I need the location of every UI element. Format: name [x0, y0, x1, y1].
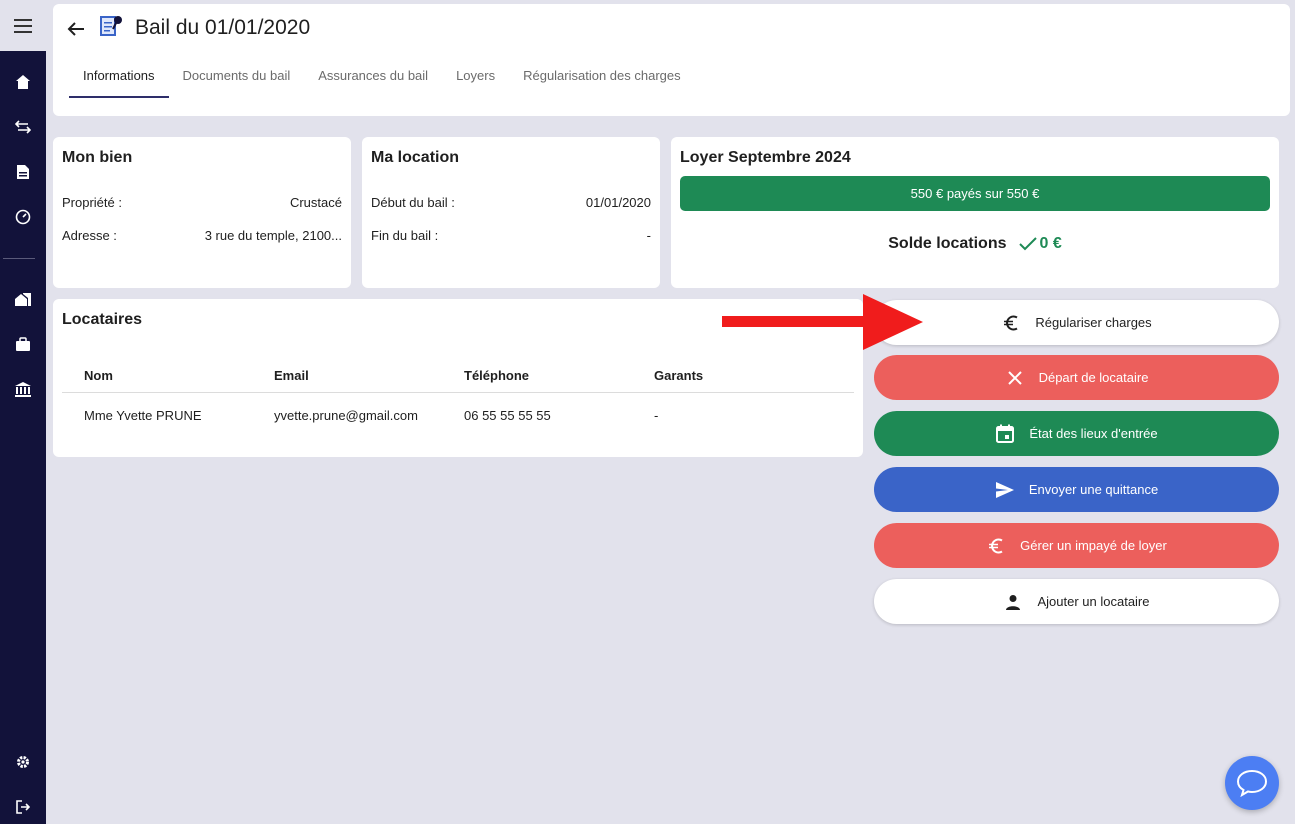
column-garants: Garants: [654, 368, 704, 383]
tab-regularisation-des-charges[interactable]: Régularisation des charges: [509, 62, 695, 98]
euro-icon: [1004, 315, 1018, 330]
etat-des-lieux-label: État des lieux d'entrée: [1029, 426, 1158, 441]
column-nom: Nom: [84, 368, 113, 383]
regulariser-charges-label: Régulariser charges: [1035, 315, 1152, 330]
sidebar-item-properties[interactable]: [0, 284, 46, 314]
cell-garants: -: [654, 407, 659, 423]
cell-telephone: 06 55 55 55 55: [464, 407, 551, 423]
gerer-impaye-button[interactable]: Gérer un impayé de loyer: [874, 523, 1279, 568]
solde-value: 0 €: [1039, 235, 1062, 252]
page-header: Bail du 01/01/2020 Informations Document…: [53, 4, 1290, 116]
table-header: Nom Email Téléphone Garants: [62, 359, 854, 393]
settings-icon: [17, 756, 29, 768]
tab-bar: Informations Documents du bail Assurance…: [69, 62, 695, 98]
regulariser-charges-button[interactable]: Régulariser charges: [874, 300, 1279, 345]
arrow-left-icon: [67, 22, 84, 36]
locataires-title: Locataires: [62, 311, 143, 328]
sidebar: [0, 0, 46, 824]
euro-icon: [989, 538, 1003, 553]
ma-location-title: Ma location: [371, 149, 460, 166]
ajouter-locataire-button[interactable]: Ajouter un locataire: [874, 579, 1279, 624]
loyer-paid-bar: 550 € payés sur 550 €: [680, 176, 1270, 211]
loyer-card: Loyer Septembre 2024 550 € payés sur 550…: [671, 137, 1279, 288]
sidebar-item-bank[interactable]: [0, 374, 46, 404]
mon-bien-card: Mon bien Propriété : Crustacé Adresse : …: [53, 137, 351, 288]
solde-label: Solde locations: [888, 235, 1007, 252]
solde-value-wrap: 0 €: [1018, 235, 1062, 253]
back-button[interactable]: [65, 18, 87, 40]
depart-locataire-button[interactable]: Départ de locataire: [874, 355, 1279, 400]
table-row[interactable]: Mme Yvette PRUNE yvette.prune@gmail.com …: [62, 394, 854, 436]
sidebar-item-briefcase[interactable]: [0, 329, 46, 359]
document-icon: [17, 165, 29, 179]
fin-bail-label: Fin du bail :: [371, 228, 439, 243]
bank-icon: [15, 382, 31, 397]
cell-email: yvette.prune@gmail.com: [274, 407, 418, 423]
home-icon: [16, 75, 30, 89]
tab-documents-du-bail[interactable]: Documents du bail: [169, 62, 305, 98]
debut-bail-label: Début du bail :: [371, 195, 455, 210]
etat-des-lieux-button[interactable]: État des lieux d'entrée: [874, 411, 1279, 456]
ma-location-card: Ma location Début du bail : 01/01/2020 F…: [362, 137, 660, 288]
briefcase-icon: [16, 336, 30, 351]
depart-locataire-label: Départ de locataire: [1038, 370, 1149, 385]
sidebar-item-home[interactable]: [0, 67, 46, 97]
column-telephone: Téléphone: [464, 368, 530, 383]
adresse-label: Adresse :: [62, 228, 117, 243]
adresse-value: 3 rue du temple, 2100...: [204, 228, 342, 243]
tab-informations[interactable]: Informations: [69, 62, 169, 98]
chat-button[interactable]: [1225, 756, 1279, 810]
cell-nom: Mme Yvette PRUNE: [84, 407, 202, 423]
tab-assurances-du-bail[interactable]: Assurances du bail: [304, 62, 442, 98]
gerer-impaye-label: Gérer un impayé de loyer: [1020, 538, 1167, 553]
person-icon: [1006, 594, 1021, 610]
lease-document-icon: [100, 16, 122, 36]
close-icon: [1007, 370, 1022, 385]
sidebar-item-dashboard[interactable]: [0, 202, 46, 232]
send-icon: [995, 481, 1014, 498]
solde-row: Solde locations 0 €: [671, 235, 1279, 253]
dashboard-icon: [15, 209, 31, 225]
debut-bail-value: 01/01/2020: [585, 195, 651, 210]
sidebar-item-documents[interactable]: [0, 157, 46, 187]
transfer-icon: [15, 120, 31, 134]
loyer-title: Loyer Septembre 2024: [680, 149, 851, 166]
sidebar-item-logout[interactable]: [0, 792, 46, 822]
fin-bail-value: -: [646, 228, 651, 243]
menu-icon: [14, 18, 32, 33]
properties-icon: [15, 293, 31, 306]
propriete-value: Crustacé: [289, 195, 342, 210]
annotation-arrow-icon: [722, 294, 923, 350]
column-email: Email: [274, 368, 309, 383]
envoyer-quittance-label: Envoyer une quittance: [1028, 482, 1159, 497]
menu-button[interactable]: [0, 0, 46, 51]
mon-bien-title: Mon bien: [62, 149, 133, 166]
page-title: Bail du 01/01/2020: [135, 16, 311, 39]
propriete-label: Propriété :: [62, 195, 122, 210]
ajouter-locataire-label: Ajouter un locataire: [1037, 594, 1150, 609]
tab-loyers[interactable]: Loyers: [442, 62, 509, 98]
check-icon: [1018, 237, 1037, 251]
calendar-icon: [996, 424, 1015, 443]
envoyer-quittance-button[interactable]: Envoyer une quittance: [874, 467, 1279, 512]
logout-icon: [16, 800, 30, 814]
sidebar-item-settings[interactable]: [0, 747, 46, 777]
sidebar-item-transfers[interactable]: [0, 112, 46, 142]
chat-bubble-icon: [1236, 769, 1268, 797]
sidebar-divider: [3, 258, 35, 259]
